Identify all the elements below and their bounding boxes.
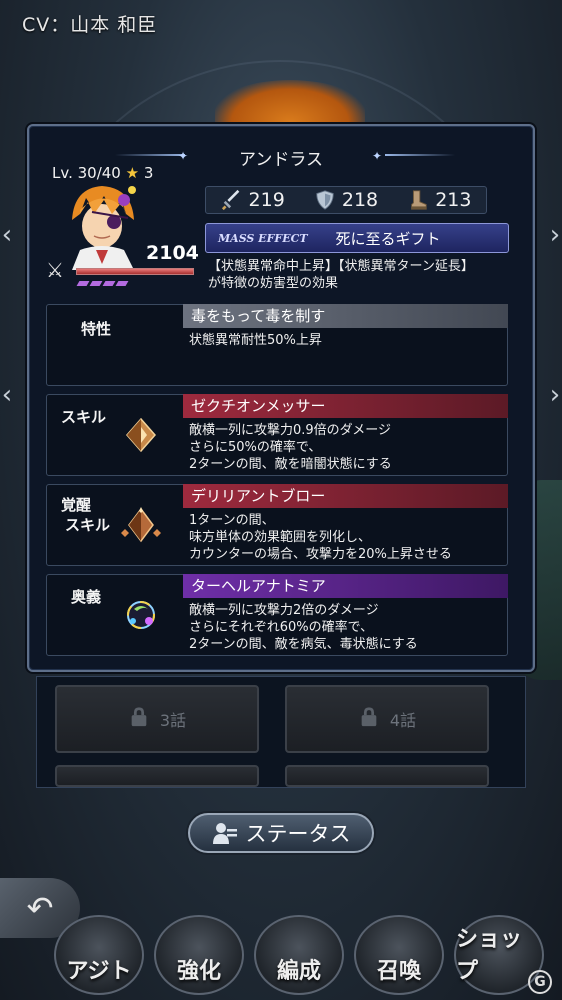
awaken-skill-description: 1ターンの間、 味方単体の効果範囲を列化し、 カウンターの場合、攻撃力を20%上… [189,513,452,562]
story-chapter-list: 3話 4話 [36,676,526,788]
lock-icon [358,706,380,732]
ougi-section[interactable]: 奥義 ターヘルアナトミア 敵横一列に攻撃力2倍のダメージ さらにそれぞれ60%の… [46,574,508,656]
trait-label: 特性 [81,320,112,338]
chapter-label: 4話 [389,711,417,730]
rank-pip [115,281,129,286]
shield-icon [316,190,334,210]
mass-effect-tag: MASS EFFECT [218,231,308,245]
profile-icon [212,823,237,844]
boot-icon [411,190,427,210]
bottom-navigation: アジト 強化 編成 召喚 ショップ [0,905,562,1000]
skill-label: スキル [61,408,107,426]
prev-arrow-icon[interactable]: ‹ [0,205,18,265]
chapter-label: 3話 [159,711,187,730]
nav-formation[interactable]: 編成 [254,915,344,995]
chapter-5-button[interactable] [55,765,259,787]
status-button-label: ステータス [245,822,351,846]
chapter-3-button[interactable]: 3話 [55,685,259,753]
nav-enhance[interactable]: 強化 [154,915,244,995]
rank-pip [102,281,116,286]
nav-hideout[interactable]: アジト [54,915,144,995]
awaken-skill-name: デリリアントブロー [183,484,508,508]
rank-pip [89,281,103,286]
skill-description: 敵横一列に攻撃力0.9倍のダメージ さらに50%の確率で、 2ターンの間、敵を暗… [189,423,392,472]
next-character-arrow-icon[interactable]: › [544,365,562,425]
combat-power: 2104 [146,242,199,264]
awaken-skill-label: 覚醒 スキル [61,496,111,534]
attack-stat: 219 [221,189,285,211]
chapter-6-button[interactable] [285,765,489,787]
stat-bar: 219 218 213 [205,186,487,214]
mass-effect-name: 死に至るギフト [335,229,441,248]
defense-stat: 218 [314,189,378,211]
ougi-description: 敵横一列に攻撃力2倍のダメージ さらにそれぞれ60%の確率で、 2ターンの間、敵… [189,603,418,652]
power-bar-fill [77,269,193,274]
rank-pip [76,281,90,286]
mass-effect-description: 【状態異常命中上昇】【状態異常ターン延長】 が特徴の妨害型の効果 [208,259,474,291]
site-watermark-logo: G [528,970,552,994]
prev-character-arrow-icon[interactable]: ‹ [0,365,18,425]
skill-name: ゼクチオンメッサー [183,394,508,418]
skill-section[interactable]: スキル ゼクチオンメッサー 敵横一列に攻撃力0.9倍のダメージ さらに50%の確… [46,394,508,476]
star-count: 3 [143,164,154,182]
awaken-skill-section[interactable]: 覚醒 スキル デリリアントブロー 1ターンの間、 味方単体の効果範囲を列化し、 … [46,484,508,566]
trait-section: 特性 毒をもって毒を制す 状態異常耐性50%上昇 [46,304,508,386]
mass-effect-banner: MASS EFFECT 死に至るギフト [205,223,509,253]
sword-icon [221,189,239,211]
trait-name: 毒をもって毒を制す [183,304,508,328]
skill-crystal-icon [126,417,156,453]
voice-actor-label: CV：山本 和臣 [22,14,158,36]
trait-description: 状態異常耐性50%上昇 [189,333,322,348]
lock-icon [128,706,150,732]
character-portrait[interactable] [62,180,142,270]
next-arrow-icon[interactable]: › [544,205,562,265]
chapter-4-button[interactable]: 4話 [285,685,489,753]
power-bar [76,268,194,275]
ougi-orb-icon [127,601,155,629]
ougi-name: ターヘルアナトミア [183,574,508,598]
nav-summon[interactable]: 召喚 [354,915,444,995]
awaken-crystal-icon [121,507,161,543]
rank-pips [76,281,129,286]
status-button[interactable]: ステータス [188,813,374,853]
ougi-label: 奥義 [71,588,102,606]
speed-stat: 213 [407,189,471,211]
